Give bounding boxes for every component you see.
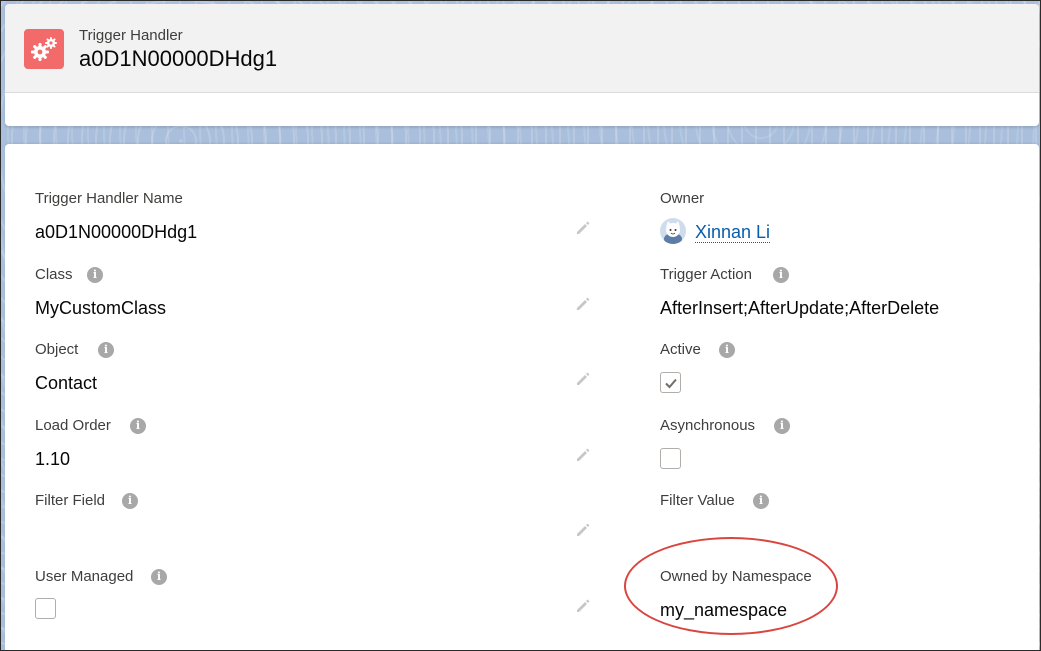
field-value: AfterInsert;AfterUpdate;AfterDelete [660, 298, 940, 318]
field-object: Object i Contact [35, 341, 595, 401]
active-checkbox [660, 372, 681, 393]
object-type-label: Trigger Handler [79, 27, 183, 44]
info-icon[interactable]: i [753, 493, 769, 509]
pencil-icon[interactable] [575, 598, 591, 614]
field-label: Trigger Handler Name [35, 190, 183, 207]
user-managed-checkbox [35, 598, 56, 619]
field-label: Active [660, 341, 701, 358]
info-icon[interactable]: i [719, 342, 735, 358]
details-panel: Trigger Handler Name a0D1N00000DHdg1 Own… [5, 144, 1039, 650]
field-filter-field: Filter Field i [35, 492, 595, 552]
record-header: Trigger Handler a0D1N00000DHdg1 [5, 4, 1039, 126]
field-label: Filter Value [660, 492, 735, 509]
field-owner: Owner Xinnan Li [660, 190, 1030, 250]
highlight-oval [624, 537, 838, 635]
info-icon[interactable]: i [151, 569, 167, 585]
field-label: Load Order [35, 417, 111, 434]
check-icon [665, 378, 677, 389]
field-class: Class i MyCustomClass [35, 266, 595, 326]
field-active: Active i [660, 341, 1030, 401]
info-icon[interactable]: i [122, 493, 138, 509]
field-trigger-action: Trigger Action i AfterInsert;AfterUpdate… [660, 266, 1030, 326]
asynchronous-checkbox [660, 448, 681, 469]
field-user-managed: User Managed i [35, 568, 595, 628]
field-value: MyCustomClass [35, 298, 167, 318]
field-label: Owner [660, 190, 705, 207]
info-icon[interactable]: i [774, 418, 790, 434]
info-icon[interactable]: i [773, 267, 789, 283]
field-label: Asynchronous [660, 417, 756, 434]
info-icon[interactable]: i [98, 342, 114, 358]
field-load-order: Load Order i 1.10 [35, 417, 595, 477]
field-label: Filter Field [35, 492, 106, 509]
field-label: Object [35, 341, 79, 358]
field-label: Class [35, 266, 73, 283]
field-trigger-handler-name: Trigger Handler Name a0D1N00000DHdg1 [35, 190, 595, 250]
pencil-icon[interactable] [575, 447, 591, 463]
info-icon[interactable]: i [130, 418, 146, 434]
gears-icon [24, 29, 64, 69]
field-label: User Managed [35, 568, 134, 585]
field-value: a0D1N00000DHdg1 [35, 222, 198, 242]
pencil-icon[interactable] [575, 522, 591, 538]
owner-link[interactable]: Xinnan Li [695, 222, 771, 243]
field-asynchronous: Asynchronous i [660, 417, 1030, 477]
info-icon[interactable]: i [87, 267, 103, 283]
record-title: a0D1N00000DHdg1 [79, 46, 278, 71]
field-value: 1.10 [35, 449, 71, 469]
record-page: Trigger Handler a0D1N00000DHdg1 Trigger … [0, 0, 1041, 651]
pencil-icon[interactable] [575, 296, 591, 312]
pencil-icon[interactable] [575, 371, 591, 387]
field-label: Trigger Action [660, 266, 752, 283]
field-value: Contact [35, 373, 98, 393]
avatar[interactable] [660, 218, 686, 244]
pencil-icon[interactable] [575, 220, 591, 236]
